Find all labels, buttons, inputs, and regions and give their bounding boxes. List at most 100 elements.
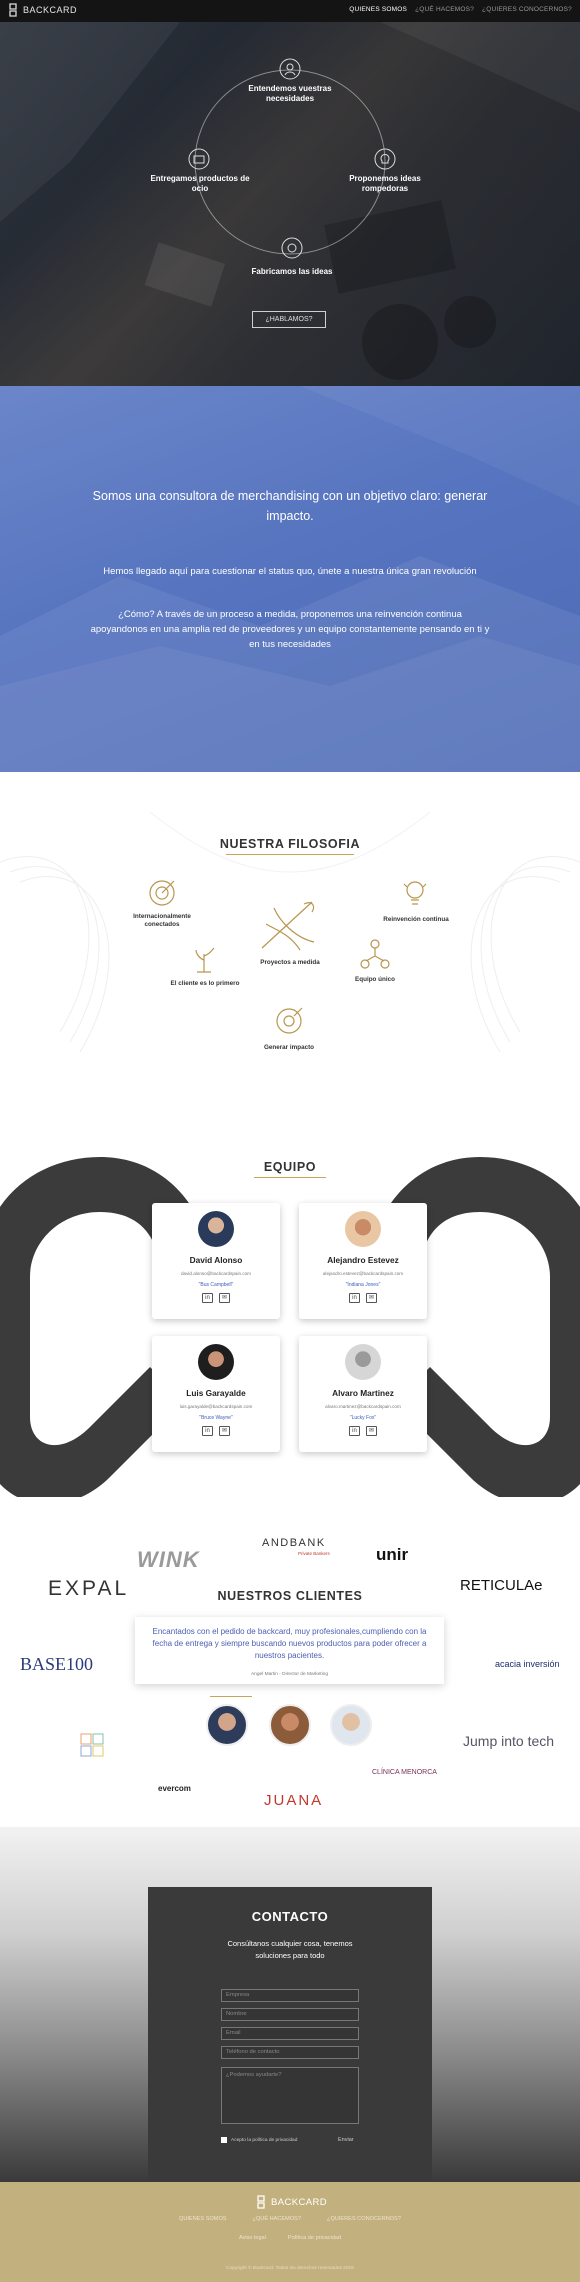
needs-icon	[279, 58, 301, 80]
brand-logo[interactable]: BACKCARD	[8, 3, 77, 17]
team-card-alvaro: Alvaro Martinez alvaro.martinez@backcard…	[299, 1336, 427, 1452]
client-logo-unir: unir	[376, 1545, 409, 1564]
team-email[interactable]: david.alonso@backcardspain.com	[152, 1271, 280, 1276]
client-logo-andbank-tagline: Private Bankers	[298, 1551, 330, 1556]
mail-icon[interactable]: ✉	[219, 1293, 230, 1303]
linkedin-icon[interactable]: in	[349, 1426, 360, 1436]
about-headline: Somos una consultora de merchandising co…	[92, 489, 488, 523]
privacy-label: Acepto la política de privacidad	[231, 2137, 298, 2143]
testimonial-author: Angel Martin - Director de Marketing	[250, 1672, 329, 1677]
message-textarea[interactable]: ¿Podemos ayudarte?	[221, 2067, 359, 2124]
testimonial-avatar-3[interactable]	[330, 1704, 372, 1746]
team-email[interactable]: alvaro.martinez@backcardspain.com	[299, 1404, 427, 1409]
testimonial-avatar-1[interactable]	[206, 1704, 248, 1746]
hablamos-button[interactable]: ¿HABLAMOS?	[252, 311, 326, 328]
equipo-background-shapes	[0, 1157, 580, 1497]
email-field[interactable]: Email	[221, 2027, 359, 2040]
about-section: Somos una consultora de merchandising co…	[0, 386, 580, 772]
linkedin-icon[interactable]: in	[202, 1293, 213, 1303]
footer-link-conocernos[interactable]: ¿QUIERES CONOCERNOS?	[327, 2216, 401, 2222]
team-network-icon	[360, 939, 390, 969]
client-logo-grid-icon	[80, 1733, 104, 1757]
ideas-icon	[374, 148, 396, 170]
footer-links: QUIENES SOMOS ¿QUÉ HACEMOS? ¿QUIERES CON…	[0, 2216, 580, 2222]
footer-link-aviso-legal[interactable]: Aviso legal	[239, 2235, 266, 2241]
client-logo-acacia: acacia inversión	[495, 1659, 560, 1669]
footer-legal-links: Aviso legal Política de privacidad	[0, 2235, 580, 2241]
filosofia-section: NUESTRA FILOSOFIA Internacionalmente con…	[0, 772, 580, 1127]
avatar	[198, 1344, 234, 1380]
about-paragraph-1: Hemos llegado aquí para cuestionar el st…	[103, 566, 477, 577]
nav-link-conocernos[interactable]: ¿QUIERES CONOCERNOS?	[482, 6, 572, 13]
team-name: Luis Garayalde	[186, 1388, 246, 1398]
testimonial-card: Encantados con el pedido de backcard, mu…	[135, 1617, 444, 1684]
nav-link-que-hacemos[interactable]: ¿QUÉ HACEMOS?	[415, 6, 474, 13]
brand-name: BACKCARD	[23, 5, 78, 15]
hero-section: Entendemos vuestras necesidades Entregam…	[0, 22, 580, 386]
team-email[interactable]: luis.garayalde@backcardspain.com	[152, 1404, 280, 1409]
linkedin-icon[interactable]: in	[202, 1426, 213, 1436]
team-email[interactable]: alejandro.estevez@backcardspain.com	[299, 1271, 427, 1276]
nav-link-quienes-somos[interactable]: QUIENES SOMOS	[349, 6, 407, 13]
client-logo-reticula: RETICULAe	[460, 1577, 543, 1594]
filosofia-item-cliente: El cliente es lo primero	[170, 980, 240, 987]
testimonial-divider	[210, 1696, 252, 1697]
phone-field[interactable]: Teléfono de contacto	[221, 2046, 359, 2059]
privacy-checkbox[interactable]	[221, 2137, 227, 2143]
client-plant-icon	[195, 947, 215, 973]
client-logo-juana: JUANA	[264, 1792, 324, 1809]
client-logo-andbank: ANDBANK	[262, 1537, 326, 1549]
send-button[interactable]: Enviar	[338, 2137, 354, 2143]
team-card-alejandro: Alejandro Estevez alejandro.estevez@back…	[299, 1203, 427, 1319]
hero-step-needs: Entendemos vuestras necesidades	[248, 84, 332, 103]
filosofia-item-reinvencion: Reinvención continua	[383, 916, 449, 923]
contact-form-box: CONTACTO Consúltanos cualquier cosa, ten…	[148, 1887, 432, 2181]
contacto-subtitle: Consúltanos cualquier cosa, tenemos solu…	[227, 1939, 353, 1960]
company-field[interactable]: Empresa	[221, 1989, 359, 2002]
team-name: Alejandro Estevez	[327, 1255, 399, 1265]
testimonial-avatar-2[interactable]	[269, 1704, 311, 1746]
mail-icon[interactable]: ✉	[366, 1293, 377, 1303]
about-paragraph-2: ¿Cómo? A través de un proceso a medida, …	[90, 609, 490, 650]
linkedin-icon[interactable]: in	[349, 1293, 360, 1303]
avatar	[345, 1211, 381, 1247]
equipo-title-underline	[254, 1177, 326, 1178]
hero-step-ideas: Proponemos ideas rompedoras	[349, 174, 421, 193]
clientes-title: NUESTROS CLIENTES	[217, 1589, 363, 1603]
filosofia-item-impacto: Generar impacto	[263, 1044, 315, 1051]
footer-link-privacidad[interactable]: Política de privacidad	[288, 2235, 341, 2241]
target-icon	[149, 880, 175, 906]
brand-mark-icon	[257, 2195, 265, 2209]
mail-icon[interactable]: ✉	[219, 1426, 230, 1436]
name-field[interactable]: Nombre	[221, 2008, 359, 2021]
team-card-luis: Luis Garayalde luis.garayalde@backcardsp…	[152, 1336, 280, 1452]
mail-icon[interactable]: ✉	[366, 1426, 377, 1436]
top-nav: BACKCARD QUIENES SOMOS ¿QUÉ HACEMOS? ¿QU…	[0, 0, 580, 22]
filosofia-item-a-medida: Proyectos a medida	[260, 959, 320, 966]
footer-link-quienes-somos[interactable]: QUIENES SOMOS	[179, 2216, 227, 2222]
footer-link-que-hacemos[interactable]: ¿QUÉ HACEMOS?	[253, 2216, 302, 2222]
client-logo-jumpintotech: Jump into tech	[463, 1733, 555, 1749]
client-logo-evercom: evercom	[158, 1784, 191, 1793]
privacy-consent[interactable]: Acepto la política de privacidad	[221, 2137, 297, 2143]
team-nickname: "Bus Campbell"	[198, 1282, 234, 1288]
avatar	[345, 1344, 381, 1380]
lightbulb-gear-icon	[403, 881, 427, 905]
equipo-title: EQUIPO	[263, 1160, 317, 1174]
footer: BACKCARD QUIENES SOMOS ¿QUÉ HACEMOS? ¿QU…	[0, 2182, 580, 2282]
hero-step-deliver: Entregamos productos de ocio	[150, 174, 250, 193]
about-background-art	[0, 386, 580, 772]
footer-brand-name: BACKCARD	[271, 2196, 327, 2208]
needle-thread-icon	[261, 901, 315, 951]
brand-mark-icon	[9, 3, 17, 17]
footer-copyright: Copyright © Backcard. Todos los derechos…	[226, 2266, 354, 2271]
client-logo-base100: BASE100	[20, 1654, 94, 1674]
avatar	[198, 1211, 234, 1247]
team-nickname: "Lucky Fox"	[349, 1415, 377, 1421]
team-card-david: David Alonso david.alonso@backcardspain.…	[152, 1203, 280, 1319]
testimonial-text: Encantados con el pedido de backcard, mu…	[152, 1627, 427, 1660]
equipo-section: EQUIPO David Alonso david.alonso@backcar…	[0, 1127, 580, 1497]
footer-logo[interactable]: BACKCARD	[256, 2195, 327, 2209]
delivery-icon	[188, 148, 210, 170]
client-logo-clinica-menorca: CLÍNICA MENORCA	[372, 1769, 437, 1776]
